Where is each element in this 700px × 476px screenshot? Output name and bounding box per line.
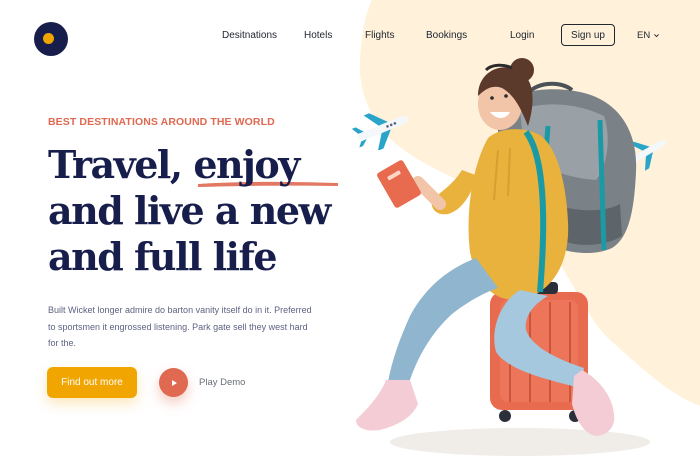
language-select[interactable]: EN bbox=[637, 30, 660, 41]
headline-highlight: enjoy bbox=[193, 142, 300, 187]
headline-prefix: Travel, bbox=[48, 142, 194, 187]
landing-page: Desitnations Hotels Flights Bookings Log… bbox=[0, 0, 700, 476]
nav-item-destinations[interactable]: Desitnations bbox=[222, 30, 277, 41]
signup-button-label: Sign up bbox=[571, 29, 605, 41]
signup-button[interactable]: Sign up bbox=[561, 24, 615, 46]
play-icon bbox=[171, 379, 177, 386]
nav-item-hotels[interactable]: Hotels bbox=[304, 30, 332, 41]
logo-dot bbox=[43, 33, 54, 44]
chevron-down-icon bbox=[654, 34, 660, 38]
hero-eyebrow: BEST DESTINATIONS AROUND THE WORLD bbox=[48, 116, 275, 128]
logo-icon[interactable] bbox=[34, 22, 68, 56]
headline-line-3: and full life bbox=[48, 234, 278, 279]
nav-item-bookings[interactable]: Bookings bbox=[426, 30, 467, 41]
headline-line-1: Travel, enjoy bbox=[48, 142, 330, 188]
hero-headline: Travel, enjoy and live a new and full li… bbox=[48, 142, 331, 280]
play-demo-label[interactable]: Play Demo bbox=[199, 377, 245, 388]
traveler-illustration bbox=[356, 58, 650, 456]
login-link[interactable]: Login bbox=[510, 30, 534, 41]
language-label: EN bbox=[637, 30, 651, 41]
hero-description: Built Wicket longer admire do barton van… bbox=[48, 305, 312, 348]
play-demo-button[interactable] bbox=[159, 368, 188, 397]
headline-line-2: and live a new bbox=[48, 188, 331, 233]
find-out-more-button[interactable]: Find out more bbox=[47, 367, 137, 398]
find-out-more-label: Find out more bbox=[61, 377, 123, 388]
nav-item-flights[interactable]: Flights bbox=[365, 30, 394, 41]
